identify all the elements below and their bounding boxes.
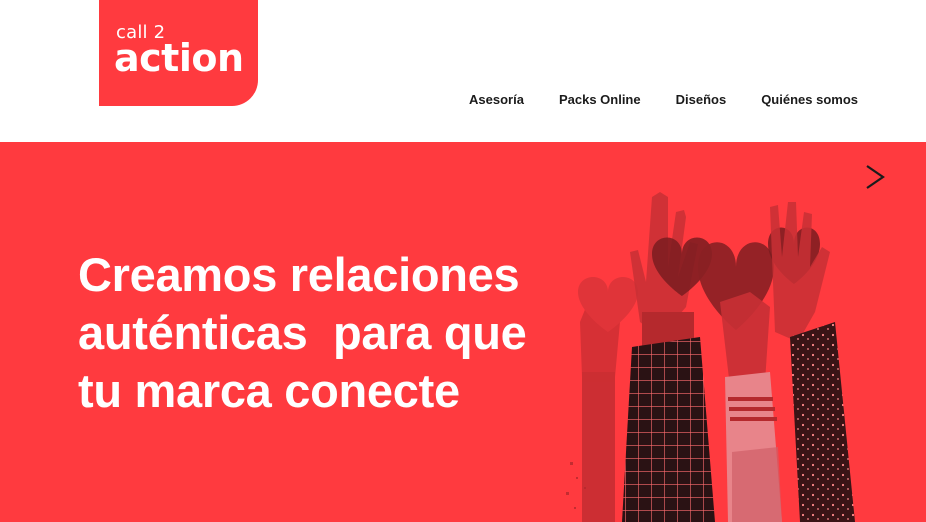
nav-item-quienes-somos[interactable]: Quiénes somos [761, 92, 858, 107]
logo[interactable]: call 2 action [99, 0, 258, 106]
hero-headline-line: tu marca conecte [78, 364, 460, 417]
hero-headline-line: Creamos relaciones [78, 248, 520, 301]
site-header: call 2 action Asesoría Packs Online Dise… [0, 0, 926, 142]
nav-item-asesoria[interactable]: Asesoría [469, 92, 524, 107]
hero-headline-line: auténticas para que [78, 306, 527, 359]
hand-middle [720, 292, 782, 522]
hero-banner: Creamos relaciones auténticas para que t… [0, 142, 926, 522]
logo-text-bottom: action [114, 36, 244, 80]
nav-item-disenos[interactable]: Diseños [676, 92, 727, 107]
hero-headline: Creamos relaciones auténticas para que t… [78, 246, 578, 420]
nav-item-packs-online[interactable]: Packs Online [559, 92, 641, 107]
raised-hands-hearts-illustration [566, 192, 855, 522]
main-nav: Asesoría Packs Online Diseños Quiénes so… [469, 92, 858, 107]
